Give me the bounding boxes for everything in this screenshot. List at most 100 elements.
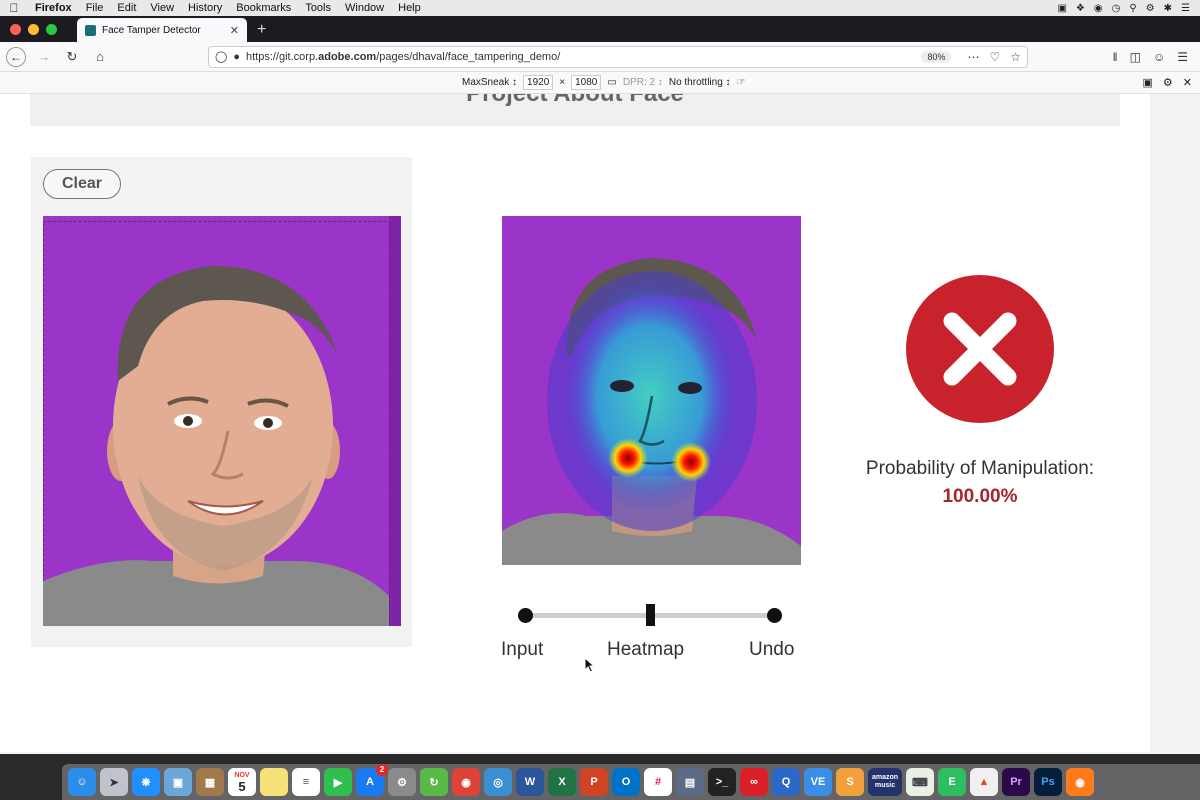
facetime-icon[interactable]: ▶	[324, 768, 352, 796]
premiere-icon[interactable]: Pr	[1002, 768, 1030, 796]
slider-stop-undo[interactable]	[767, 608, 782, 623]
account-icon[interactable]: ☺	[1153, 50, 1165, 64]
menu-window[interactable]: Window	[338, 2, 391, 14]
menu-view[interactable]: View	[143, 2, 181, 14]
launchpad-icon[interactable]: ➤	[100, 768, 128, 796]
amazon-music-line2: music	[874, 782, 896, 789]
viewport-width-input[interactable]: 1920	[523, 75, 554, 90]
dpr-selector[interactable]: DPR: 2 ↕	[623, 77, 663, 88]
search-icon[interactable]: ⚲	[1129, 3, 1136, 14]
app-store-icon[interactable]: A2	[356, 764, 388, 796]
device-selector[interactable]: MaxSneak ↕	[462, 77, 517, 88]
network-icon[interactable]: ◎	[484, 768, 512, 796]
hamburger-menu-icon[interactable]: ☰	[1177, 50, 1188, 64]
settings-icon[interactable]: ⚙	[1146, 3, 1155, 14]
reload-icon[interactable]: ↻	[62, 49, 82, 65]
url-prefix: https://git.corp.	[245, 50, 319, 63]
slider-label-heatmap[interactable]: Heatmap	[607, 639, 684, 661]
forward-icon[interactable]: →	[34, 49, 54, 64]
apple-menu-icon[interactable]: 	[0, 1, 28, 15]
slider-label-input[interactable]: Input	[501, 639, 543, 661]
screenshot-icon[interactable]: ▣	[1143, 76, 1153, 89]
rotate-icon[interactable]: ▭	[607, 77, 616, 88]
quicktime-icon[interactable]: Q	[772, 768, 800, 796]
browser-tab-strip: Face Tamper Detector ✕ +	[0, 16, 1200, 42]
menu-history[interactable]: History	[181, 2, 229, 14]
tab-face-tamper-detector[interactable]: Face Tamper Detector ✕	[77, 18, 247, 42]
screen-share-icon[interactable]: ▣	[1057, 3, 1066, 14]
shield-icon[interactable]: ◯	[215, 50, 227, 63]
menu-help[interactable]: Help	[391, 2, 428, 14]
slider-label-undo[interactable]: Undo	[749, 639, 794, 661]
viewport-height-input[interactable]: 1080	[571, 75, 602, 90]
dimension-separator: ×	[559, 77, 566, 88]
safari-icon[interactable]: ❋	[132, 768, 160, 796]
menu-tools[interactable]: Tools	[298, 2, 338, 14]
excel-icon[interactable]: X	[548, 768, 576, 796]
home-icon[interactable]: ⌂	[90, 49, 110, 64]
creative-cloud-icon[interactable]: ◉	[1094, 3, 1103, 14]
zoom-level-badge[interactable]: 80%	[921, 50, 952, 63]
throttling-value: No throttling	[668, 77, 723, 88]
touch-simulation-icon[interactable]: ☞	[737, 77, 746, 88]
dropbox-icon[interactable]: ❖	[1076, 3, 1085, 14]
maximize-window-icon[interactable]	[46, 23, 57, 35]
system-preferences-icon[interactable]: ⚙	[388, 768, 416, 796]
pocket-icon[interactable]: ♡	[989, 50, 1000, 64]
finder-icon[interactable]: ☺	[68, 768, 96, 796]
preview-icon[interactable]: ▣	[164, 768, 192, 796]
settings-gear-icon[interactable]: ⚙	[1163, 76, 1173, 89]
new-tab-icon[interactable]: +	[247, 18, 276, 42]
photoshop-icon[interactable]: Ps	[1034, 768, 1062, 796]
lock-icon[interactable]: ●	[233, 51, 240, 63]
menu-app-firefox[interactable]: Firefox	[28, 2, 79, 14]
matlab-icon[interactable]: ▲	[970, 768, 998, 796]
heatmap-face-image[interactable]	[502, 216, 801, 565]
sublime-icon[interactable]: S	[836, 768, 864, 796]
minimize-window-icon[interactable]	[28, 23, 39, 35]
creative-cloud-dock-icon[interactable]: ∞	[740, 768, 768, 796]
word-icon[interactable]: W	[516, 768, 544, 796]
terminal-icon[interactable]: >_	[708, 768, 736, 796]
menu-file[interactable]: File	[79, 2, 111, 14]
wifi-icon[interactable]: ☰	[1181, 3, 1190, 14]
timemachine-icon[interactable]: ◷	[1112, 3, 1121, 14]
close-tab-icon[interactable]: ✕	[230, 24, 239, 37]
slider-handle[interactable]	[645, 604, 655, 626]
back-icon[interactable]: ←	[6, 46, 26, 67]
macos-menu-bar:  Firefox File Edit View History Bookmar…	[0, 0, 1200, 16]
outlook-icon[interactable]: O	[612, 768, 640, 796]
bluetooth-icon[interactable]: ✱	[1164, 3, 1172, 14]
calendar-icon[interactable]: NOV 5	[228, 768, 256, 796]
firefox-icon[interactable]: ◉	[1066, 768, 1094, 796]
bookmark-star-icon[interactable]: ☆	[1010, 50, 1021, 64]
mouse-cursor-icon	[584, 657, 596, 673]
throttling-selector[interactable]: No throttling ↕	[669, 77, 731, 88]
photos-folder-icon[interactable]: ▤	[676, 768, 704, 796]
slider-stop-input[interactable]	[518, 608, 533, 623]
library-icon[interactable]: ‖	[1113, 50, 1118, 64]
chrome-icon[interactable]: ◉	[452, 768, 480, 796]
view-mode-slider[interactable]: Input Heatmap Undo	[500, 599, 800, 669]
ve-app-icon[interactable]: VE	[804, 768, 832, 796]
input-face-image[interactable]	[43, 216, 401, 626]
more-actions-icon[interactable]: ⋯	[967, 50, 979, 64]
clear-button[interactable]: Clear	[43, 169, 121, 199]
menu-edit[interactable]: Edit	[110, 2, 143, 14]
amazon-music-icon[interactable]: amazon music	[868, 768, 902, 796]
evernote-icon[interactable]: E	[938, 768, 966, 796]
sidebar-icon[interactable]: ◫	[1130, 50, 1141, 64]
close-responsive-icon[interactable]: ✕	[1183, 76, 1192, 89]
stickies-icon[interactable]	[260, 768, 288, 796]
slack-icon[interactable]: #	[644, 768, 672, 796]
notes-folder-icon[interactable]: ▦	[196, 768, 224, 796]
close-window-icon[interactable]	[10, 23, 21, 35]
menu-bookmarks[interactable]: Bookmarks	[229, 2, 298, 14]
sync-icon[interactable]: ↻	[420, 768, 448, 796]
url-domain: adobe.com	[318, 50, 377, 63]
favicon-icon	[85, 24, 96, 36]
powerpoint-icon[interactable]: P	[580, 768, 608, 796]
address-bar[interactable]: ◯ ● https://git.corp.adobe.com/pages/dha…	[208, 45, 1028, 68]
keyboard-icon[interactable]: ⌨	[906, 768, 934, 796]
reminders-icon[interactable]: ≡	[292, 768, 320, 796]
